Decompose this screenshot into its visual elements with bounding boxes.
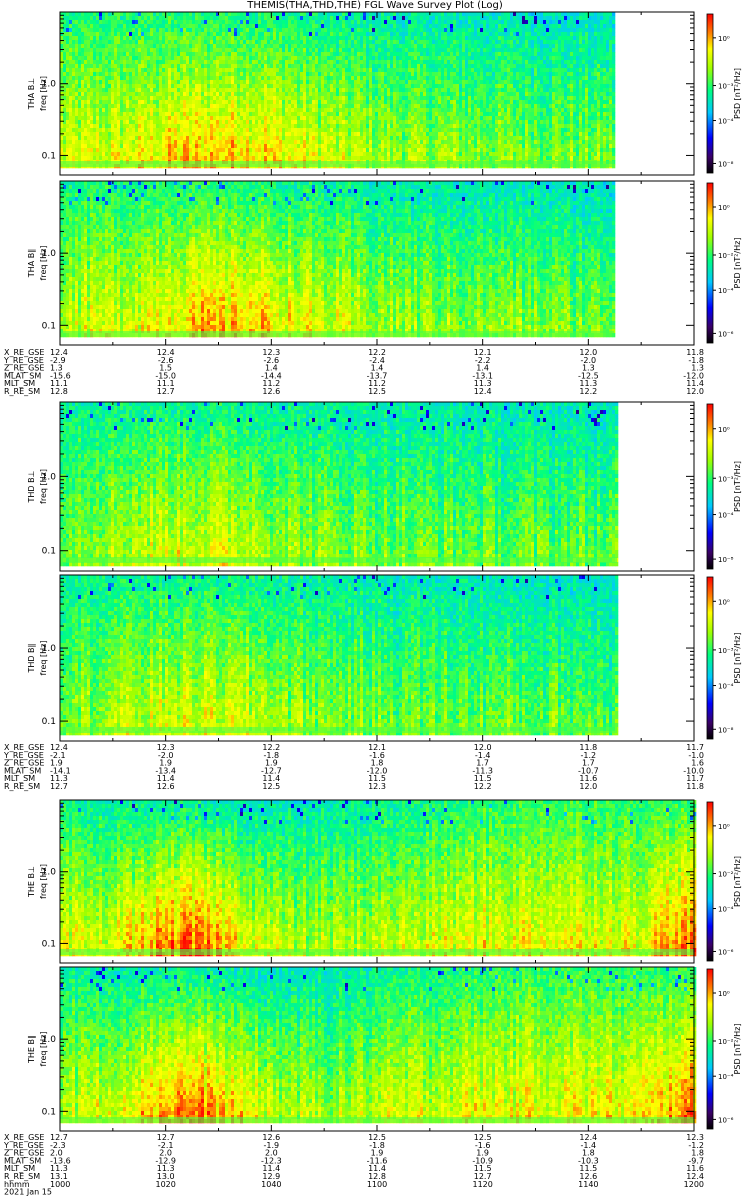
panel-ylabel-freq: freq [Hz] <box>39 641 48 676</box>
y-tick-label: 0.1 <box>42 717 56 727</box>
ephemeris-value: 12.3 <box>368 782 386 791</box>
colorbar-label: PSD [nT²/Hz] <box>733 461 742 512</box>
ephemeris-table-the: X_RE_GSE 12.7 12.7 12.6 12.5 12.5 12.4 12.3Y_RE… <box>3 1133 704 1189</box>
panel-ylabel: THD B∥ <box>27 643 36 673</box>
panel-ylabel-freq: freq [Hz] <box>39 469 48 504</box>
spectrogram-panel-3: 1.00.1THD B⊥ freq [Hz]10⁰10⁻³10⁻⁴10⁻⁸PSD … <box>27 402 742 571</box>
y-tick-label: 0.1 <box>42 547 56 557</box>
colorbar-tick-label: 10⁻⁶ <box>718 330 734 338</box>
panel-ylabel-freq: freq [Hz] <box>39 864 48 899</box>
ephemeris-value: 1200 <box>684 1180 704 1189</box>
spectrogram-panel-2: 1.00.1THA B∥ freq [Hz]10⁰10⁻²10⁻⁴10⁻⁶PSD … <box>27 181 742 345</box>
ephemeris-value: 12.6 <box>157 782 175 791</box>
colorbar-tick-label: 10⁰ <box>718 990 730 998</box>
spectrogram-panel-5: 1.00.1THE B⊥ freq [Hz]10⁰10⁻²10⁻⁴10⁻⁶PSD … <box>27 800 742 963</box>
colorbar-tick-label: 10⁻⁴ <box>718 1073 734 1081</box>
ephemeris-value: 1120 <box>472 1180 492 1189</box>
ephemeris-value: 12.0 <box>686 387 704 396</box>
colorbar-tick-label: 10⁻² <box>718 252 734 260</box>
ephemeris-row-label: R_RE_SM <box>4 387 40 396</box>
y-tick-label: 0.1 <box>42 151 56 161</box>
colorbar-tick-label: 10⁻⁴ <box>718 287 734 295</box>
ephemeris-value: 12.6 <box>262 387 280 396</box>
ephemeris-value: 12.2 <box>579 387 597 396</box>
panel-ylabel: THA B∥ <box>27 249 36 278</box>
colorbar-tick-label: 10⁰ <box>718 823 730 831</box>
colorbar-tick-label: 10⁻⁶ <box>718 1116 734 1124</box>
colorbar-tick-label: 10⁰ <box>718 204 730 212</box>
ephemeris-value: 11.8 <box>686 782 704 791</box>
ephemeris-value: 12.2 <box>474 782 492 791</box>
colorbar <box>707 404 713 569</box>
colorbar-tick-label: 10⁻³ <box>718 83 734 91</box>
spectrogram-cells <box>60 800 696 956</box>
ephemeris-value: 12.4 <box>474 387 492 396</box>
colorbar <box>707 14 713 173</box>
ephemeris-value: 1040 <box>261 1180 281 1189</box>
ephemeris-value: 1140 <box>578 1180 598 1189</box>
colorbar-tick-label: 10⁻⁴ <box>718 118 734 126</box>
colorbar-tick-label: 10⁻⁴ <box>718 512 734 520</box>
ephemeris-table-thd: X_RE_GSE 12.4 12.3 12.2 12.1 12.0 11.8 11.7Y_RE… <box>3 743 704 791</box>
ephemeris-value: 12.0 <box>579 782 597 791</box>
ephemeris-value: 12.7 <box>50 782 68 791</box>
colorbar <box>707 802 713 961</box>
colorbar-tick-label: 10⁰ <box>718 426 730 434</box>
spectrogram-panel-4: 1.00.1THD B∥ freq [Hz]10⁰10⁻³10⁻⁴10⁻⁸PSD … <box>27 575 742 741</box>
panel-ylabel-freq: freq [Hz] <box>39 246 48 281</box>
ephemeris-table-tha: X_RE_GSE 12.4 12.4 12.3 12.2 12.1 12.0 11.8Y_RE… <box>3 348 704 396</box>
colorbar <box>707 183 713 343</box>
colorbar <box>707 577 713 739</box>
colorbar-tick-label: 10⁰ <box>718 598 730 606</box>
colorbar-tick-label: 10⁻² <box>718 871 734 879</box>
colorbar-label: PSD [nT²/Hz] <box>733 238 742 289</box>
spectrogram-cells <box>60 12 615 168</box>
colorbar-label: PSD [nT²/Hz] <box>733 68 742 119</box>
date-label: 2021 Jan 15 <box>4 1188 52 1197</box>
plot-canvas: 1.00.1THA B⊥ freq [Hz]10⁰10⁻³10⁻⁴10⁻⁸PSD … <box>0 0 750 1200</box>
colorbar-tick-label: 10⁻² <box>718 1038 734 1046</box>
spectrogram-panel-1: 1.00.1THA B⊥ freq [Hz]10⁰10⁻³10⁻⁴10⁻⁸PSD … <box>27 12 742 175</box>
ephemeris-value: 1000 <box>50 1180 70 1189</box>
colorbar-tick-label: 10⁻⁴ <box>718 683 734 691</box>
panel-ylabel-freq: freq [Hz] <box>39 1032 48 1067</box>
colorbar-tick-label: 10⁻³ <box>718 647 734 655</box>
panel-ylabel: THE B⊥ <box>27 866 36 898</box>
ephemeris-value: 1100 <box>367 1180 387 1189</box>
panels-layer: 1.00.1THA B⊥ freq [Hz]10⁰10⁻³10⁻⁴10⁻⁸PSD … <box>27 12 742 1131</box>
ephemeris-value: 12.7 <box>157 387 175 396</box>
spectrogram-cells <box>60 967 696 1123</box>
spectrogram-cells <box>60 402 618 566</box>
spectrogram-cells <box>60 575 618 735</box>
ephemeris-value: 1020 <box>155 1180 175 1189</box>
spectrogram-panel-6: 1.00.1THE B∥ freq [Hz]10⁰10⁻²10⁻⁴10⁻⁶PSD … <box>27 967 742 1131</box>
colorbar-label: PSD [nT²/Hz] <box>733 1024 742 1075</box>
colorbar-tick-label: 10⁻³ <box>718 475 734 483</box>
panel-ylabel: THA B⊥ <box>27 78 36 110</box>
panel-ylabel: THD B⊥ <box>27 470 36 503</box>
colorbar-tick-label: 10⁻⁶ <box>718 948 734 956</box>
spectrogram-cells <box>60 181 615 337</box>
colorbar-tick-label: 10⁻⁸ <box>718 556 734 564</box>
y-tick-label: 0.1 <box>42 321 56 331</box>
panel-ylabel: THE B∥ <box>27 1035 36 1064</box>
y-tick-label: 0.1 <box>42 939 56 949</box>
ephemeris-value: 12.8 <box>50 387 68 396</box>
colorbar-tick-label: 10⁻⁸ <box>718 160 734 168</box>
colorbar-label: PSD [nT²/Hz] <box>733 856 742 907</box>
panel-ylabel-freq: freq [Hz] <box>39 76 48 111</box>
colorbar <box>707 969 713 1129</box>
colorbar-tick-label: 10⁰ <box>718 35 730 43</box>
ephemeris-row-label: R_RE_SM <box>4 782 40 791</box>
ephemeris-value: 12.5 <box>262 782 280 791</box>
y-tick-label: 0.1 <box>42 1107 56 1117</box>
colorbar-tick-label: 10⁻⁴ <box>718 906 734 914</box>
colorbar-label: PSD [nT²/Hz] <box>733 633 742 684</box>
ephemeris-value: 12.5 <box>368 387 386 396</box>
colorbar-tick-label: 10⁻⁸ <box>718 726 734 734</box>
